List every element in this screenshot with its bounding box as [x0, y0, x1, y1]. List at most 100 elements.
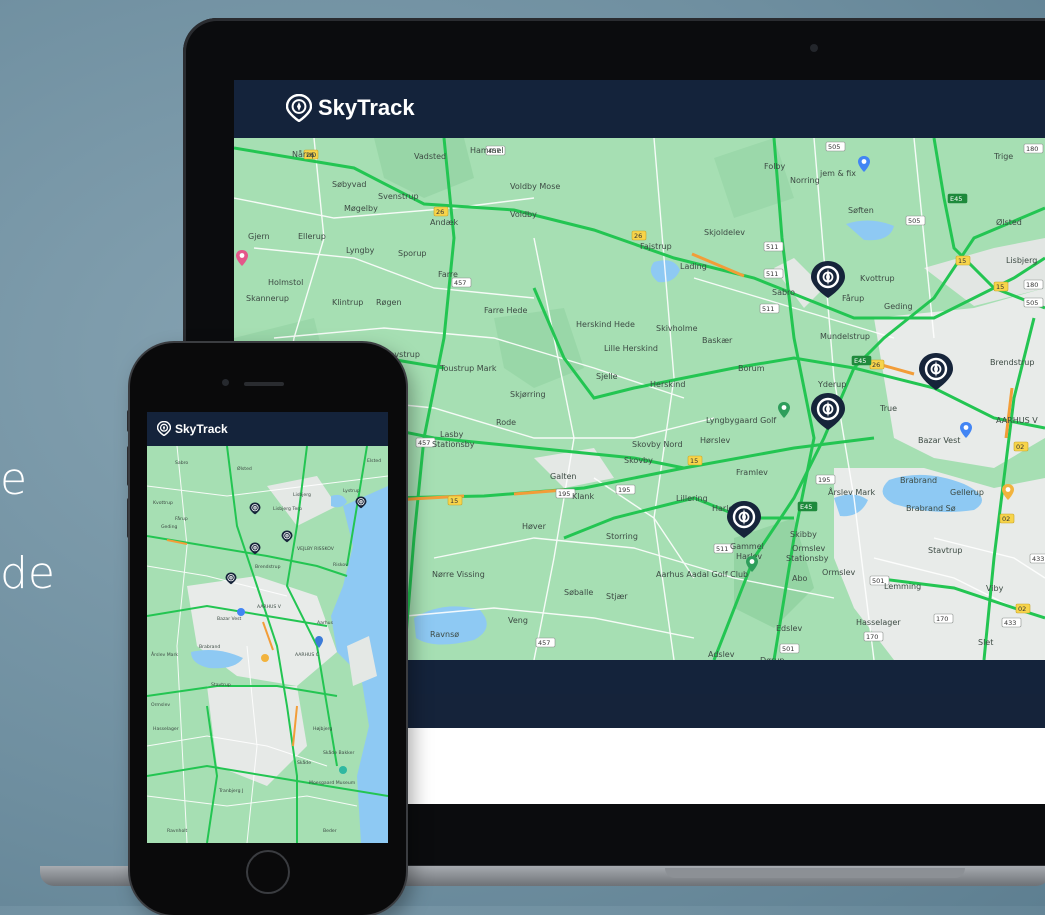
road-number: 15 — [958, 257, 966, 265]
map-place-label: Herskind Hede — [576, 320, 635, 329]
map-place-label: Brendstrup — [255, 564, 281, 570]
map-place-label: Herskind — [650, 380, 685, 389]
road-number: 433 — [1032, 555, 1044, 563]
map-place-label: Edslev — [776, 624, 802, 633]
map-place-label: Lyngby — [346, 246, 375, 255]
map-place-label: Brabrand Sø — [906, 504, 956, 513]
museum-icon[interactable] — [339, 766, 347, 774]
road-number: 501 — [782, 645, 794, 653]
map-place-label: Farre — [438, 270, 458, 279]
map-place-label: Gellerup — [950, 488, 984, 497]
map-place-label: Vadsted — [414, 152, 446, 161]
fuel-icon[interactable] — [261, 654, 269, 662]
map-place-label: Fårup — [842, 293, 864, 303]
map-place-label: Ellerup — [298, 232, 326, 241]
map-place-label: Yderup — [817, 380, 846, 389]
phone-map[interactable]: Sabro Ølsted Elsted Lystrup Kvottrup Lisbjerg… — [147, 445, 388, 843]
map-place-label: Nårup — [292, 149, 316, 159]
map-place-label: Adslev — [708, 650, 735, 659]
map-place-label: Mundelstrup — [820, 332, 870, 341]
app-header: SkyTrack — [234, 80, 1045, 138]
phone-home-button[interactable] — [246, 850, 290, 894]
map-place-label: AARHUS V — [996, 416, 1038, 425]
map-place-label: VEJLBY RISSKOV — [297, 546, 335, 552]
road-number: 170 — [866, 633, 878, 641]
map-place-label: AARHUS V — [257, 604, 282, 610]
road-number-badge: 501 — [779, 643, 800, 654]
map-place-label: Elsted — [367, 458, 381, 464]
phone-camera — [222, 379, 229, 386]
road-number-badge: 15 — [447, 495, 463, 506]
map-place-label: Ormslev — [792, 544, 826, 553]
road-number: 26 — [634, 232, 642, 240]
road-number: 501 — [872, 577, 884, 585]
road-number: 457 — [538, 639, 550, 647]
road-number: 02 — [1002, 515, 1010, 523]
map-place-label: Stavtrup — [211, 682, 231, 688]
road-number: 180 — [1026, 145, 1038, 153]
map-place-label: Sabro — [772, 288, 795, 297]
map-place-label: Aarhus Aadal Golf Club — [656, 570, 748, 579]
map-place-label: Lille Herskind — [604, 344, 658, 353]
road-number: 195 — [818, 476, 830, 484]
map-place-label: Holmstol — [268, 278, 303, 287]
road-number: 457 — [454, 279, 466, 287]
road-number-badge: 511 — [763, 268, 784, 279]
laptop-camera — [810, 44, 818, 52]
location-compass-icon — [286, 94, 312, 122]
map-place-label: Andæk — [430, 218, 458, 227]
road-number: E45 — [854, 357, 866, 365]
map-place-label: Lasby — [440, 430, 464, 439]
map-place-label: Borum — [738, 364, 765, 373]
map-place-label: Voldby — [510, 210, 537, 219]
map-place-label: Skåde — [297, 759, 311, 766]
road-number: 505 — [1026, 299, 1038, 307]
map-place-label: Rode — [496, 418, 516, 427]
phone-app-header: SkyTrack — [147, 412, 388, 446]
map-place-label: Røgen — [376, 298, 402, 307]
road-number-badge: 180 — [1023, 143, 1044, 154]
map-place-label: jem & fix — [819, 169, 856, 178]
phone-brand-logo[interactable]: SkyTrack — [157, 421, 228, 436]
road-number: 511 — [766, 270, 778, 278]
phone-map-canvas[interactable]: Sabro Ølsted Elsted Lystrup Kvottrup Lisbjerg… — [147, 445, 388, 843]
map-place-label: Lystrup — [343, 488, 360, 494]
road-number: E45 — [950, 195, 962, 203]
road-number: 02 — [1018, 605, 1026, 613]
map-place-label: Framlev — [736, 468, 768, 477]
map-place-label: Søften — [848, 206, 874, 215]
map-place-label: Klank — [572, 492, 594, 501]
road-number: 457 — [418, 439, 430, 447]
road-number-badge: 02 — [1013, 441, 1029, 452]
map-place-label: Moesgaard Museum — [309, 780, 356, 786]
road-number-badge: 180 — [1023, 279, 1044, 290]
road-number-badge: 26 — [433, 206, 449, 217]
map-place-label: Skibby — [790, 530, 817, 539]
road-number-badge: 195 — [615, 484, 636, 495]
map-place-label: Lisbjerg Terp — [273, 506, 302, 512]
map-place-label: Ravnsø — [430, 630, 459, 639]
map-place-label: Hasselager — [153, 726, 179, 732]
phone-brand-name: SkyTrack — [175, 421, 228, 436]
map-place-label: Nørre Vissing — [432, 570, 485, 579]
road-number-badge: 15 — [993, 281, 1009, 292]
road-number-badge: E45 — [797, 501, 818, 512]
road-number-badge: 26 — [869, 359, 885, 370]
road-number: 433 — [1004, 619, 1016, 627]
map-place-label: Lillering — [676, 494, 708, 503]
map-place-label: Geding — [884, 302, 913, 311]
map-place-label: Hammel — [470, 146, 504, 155]
road-number-badge: E45 — [947, 193, 968, 204]
map-place-label: Bazar Vest — [217, 616, 242, 622]
map-place-label: Ølsted — [996, 217, 1022, 227]
map-place-label: Kvottrup — [860, 274, 895, 283]
location-compass-icon — [157, 421, 171, 436]
brand-logo[interactable]: SkyTrack — [286, 94, 415, 122]
shopping-bag-icon[interactable] — [237, 608, 245, 616]
road-number: 15 — [996, 283, 1004, 291]
map-place-label: Møgelby — [344, 204, 378, 213]
map-place-label: Lemming — [884, 582, 921, 591]
map-place-label: Farre Hede — [484, 306, 528, 315]
road-number-badge: 02 — [999, 513, 1015, 524]
map-place-label: Riskov — [333, 562, 348, 568]
